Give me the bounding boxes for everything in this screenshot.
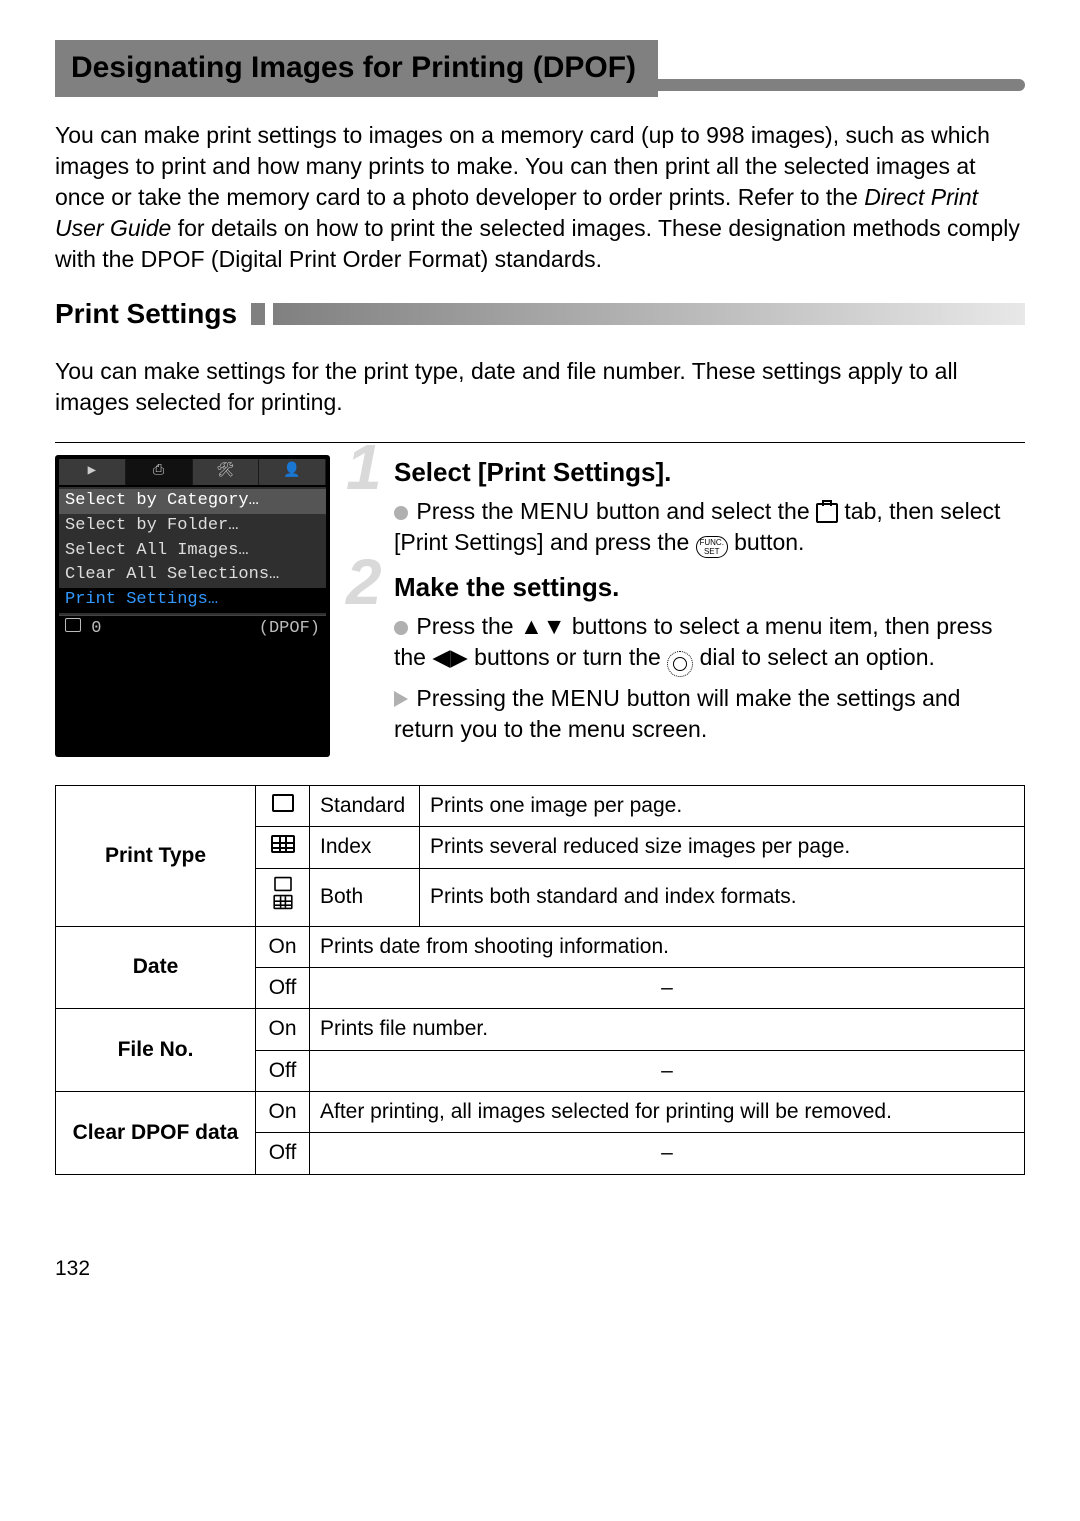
step2-text-e: Pressing the: [416, 685, 550, 711]
step2-text-a: Press the: [416, 613, 520, 639]
step-body: Press the MENU button and select the tab…: [394, 496, 1025, 558]
menu-item: Select All Images…: [59, 539, 326, 564]
menu-button-label: MENU: [551, 685, 621, 711]
step1-text-a: Press the: [416, 498, 520, 524]
camera-menu-footer: 0 (DPOF): [59, 615, 326, 643]
menu-item-selected: Print Settings…: [59, 588, 326, 613]
date-off: Off: [256, 968, 310, 1009]
date-off-desc: –: [310, 968, 1025, 1009]
index-icon: [256, 827, 310, 868]
content-row: ▶ ⎙ 🛠 👤 Select by Category… Select by Fo…: [55, 455, 1025, 757]
standard-icon: [256, 786, 310, 827]
page-title: Designating Images for Printing (DPOF): [55, 40, 658, 97]
page-number: 132: [55, 1255, 1025, 1283]
row-fileno: File No.: [56, 1009, 256, 1092]
playback-tab-icon: ▶: [59, 459, 126, 485]
standard-desc: Prints one image per page.: [420, 786, 1025, 827]
clear-off: Off: [256, 1133, 310, 1174]
clear-off-desc: –: [310, 1133, 1025, 1174]
step-body: Press the ▲▼ buttons to select a menu it…: [394, 611, 1025, 745]
func-set-icon: FUNC.SET: [696, 536, 728, 558]
heading-tick: [251, 303, 265, 325]
page-title-bar: Designating Images for Printing (DPOF): [55, 40, 1025, 97]
title-decoration: [658, 79, 1025, 91]
row-clear: Clear DPOF data: [56, 1092, 256, 1175]
up-down-icon: ▲▼: [520, 613, 566, 639]
clear-on: On: [256, 1092, 310, 1133]
footer-dpof: (DPOF): [259, 618, 320, 641]
options-table: Print Type Standard Prints one image per…: [55, 785, 1025, 1175]
step2-line1: Press the ▲▼ buttons to select a menu it…: [394, 611, 1025, 677]
step-title: Make the settings.: [394, 570, 1025, 605]
standard-label: Standard: [310, 786, 420, 827]
step-number: 2: [346, 550, 382, 614]
camera-menu-list: Select by Category… Select by Folder… Se…: [59, 487, 326, 616]
step-title: Select [Print Settings].: [394, 455, 1025, 490]
step1-text-b: button and select the: [590, 498, 816, 524]
user-tab-icon: 👤: [259, 459, 326, 485]
heading-bar: [273, 303, 1025, 325]
date-on-desc: Prints date from shooting information.: [310, 926, 1025, 967]
print-tab-icon: [816, 503, 838, 523]
clear-on-desc: After printing, all images selected for …: [310, 1092, 1025, 1133]
step1-text-d: button.: [728, 529, 805, 555]
camera-tabs: ▶ ⎙ 🛠 👤: [59, 459, 326, 485]
section-heading-row: Print Settings: [55, 295, 1025, 333]
step-number: 1: [346, 435, 382, 499]
fileno-on: On: [256, 1009, 310, 1050]
dial-icon: [667, 651, 693, 677]
section-heading: Print Settings: [55, 295, 237, 333]
fileno-off: Off: [256, 1050, 310, 1091]
row-print-type: Print Type: [56, 786, 256, 927]
intro-text-b: for details on how to print the selected…: [55, 215, 1020, 272]
section-intro: You can make settings for the print type…: [55, 356, 1025, 418]
bullet-icon: [394, 506, 408, 520]
step2-text-c: buttons or turn the: [468, 644, 667, 670]
step2-text-d: dial to select an option.: [693, 644, 935, 670]
menu-item: Select by Folder…: [59, 514, 326, 539]
intro-paragraph: You can make print settings to images on…: [55, 120, 1025, 275]
row-date: Date: [56, 926, 256, 1009]
step2-line2: Pressing the MENU button will make the s…: [394, 683, 1025, 745]
both-desc: Prints both standard and index formats.: [420, 868, 1025, 926]
footer-count: 0: [65, 618, 101, 641]
separator: [55, 442, 1025, 443]
card-icon: [65, 618, 81, 632]
result-arrow-icon: [394, 691, 408, 707]
left-right-icon: ◀▶: [432, 644, 467, 670]
bullet-icon: [394, 621, 408, 635]
step-2: 2 Make the settings. Press the ▲▼ button…: [352, 570, 1025, 745]
menu-item: Clear All Selections…: [59, 563, 326, 588]
steps: 1 Select [Print Settings]. Press the MEN…: [352, 455, 1025, 757]
step-1: 1 Select [Print Settings]. Press the MEN…: [352, 455, 1025, 558]
index-desc: Prints several reduced size images per p…: [420, 827, 1025, 868]
fileno-on-desc: Prints file number.: [310, 1009, 1025, 1050]
menu-button-label: MENU: [520, 498, 590, 524]
menu-item: Select by Category…: [59, 489, 326, 514]
camera-menu-screenshot: ▶ ⎙ 🛠 👤 Select by Category… Select by Fo…: [55, 455, 330, 757]
intro-text-a: You can make print settings to images on…: [55, 122, 990, 210]
both-icon: [256, 868, 310, 926]
tools-tab-icon: 🛠: [193, 459, 260, 485]
index-label: Index: [310, 827, 420, 868]
print-tab-icon: ⎙: [126, 459, 193, 485]
both-label: Both: [310, 868, 420, 926]
date-on: On: [256, 926, 310, 967]
fileno-off-desc: –: [310, 1050, 1025, 1091]
